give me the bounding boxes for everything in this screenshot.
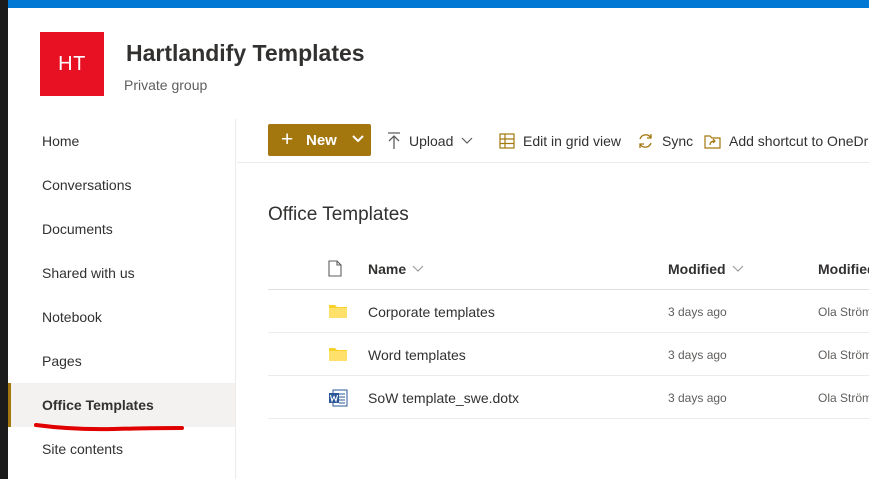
new-button[interactable]: + New — [268, 124, 371, 156]
folder-icon — [329, 305, 347, 318]
nav-item-label: Documents — [42, 221, 113, 237]
nav-item-conversations[interactable]: Conversations — [8, 163, 235, 207]
item-modified-by: Ola Strömberg — [818, 391, 869, 405]
shortcut-icon — [704, 135, 721, 149]
new-button-label: New — [306, 132, 337, 149]
nav-item-label: Pages — [42, 353, 82, 369]
nav-item-label: Shared with us — [42, 265, 135, 281]
plus-icon: + — [281, 128, 294, 151]
word-file-icon — [329, 389, 348, 407]
sharepoint-page: HT Hartlandify Templates Private group H… — [8, 0, 869, 479]
nav-item-home[interactable]: Home — [8, 119, 235, 163]
red-underline-annotation — [34, 423, 184, 432]
chevron-down-icon — [461, 137, 473, 144]
chevron-down-icon — [352, 135, 364, 143]
site-title[interactable]: Hartlandify Templates — [126, 40, 365, 67]
file-type-icon[interactable] — [328, 260, 342, 277]
column-header-label: Modified — [668, 261, 726, 277]
column-header-label: Modified By — [818, 261, 869, 277]
upload-label: Upload — [409, 133, 454, 149]
list-row[interactable]: SoW template_swe.dotx 3 days ago Ola Str… — [268, 376, 869, 419]
item-modified-by: Ola Strömberg — [818, 305, 869, 319]
suite-bar — [8, 0, 869, 8]
sync-label: Sync — [662, 133, 694, 149]
chevron-down-icon — [732, 265, 743, 272]
nav-item-label: Notebook — [42, 309, 102, 325]
item-name[interactable]: Corporate templates — [368, 304, 495, 320]
nav-item-shared-with-us[interactable]: Shared with us — [8, 251, 235, 295]
column-header-name[interactable]: Name — [368, 261, 424, 277]
library-title: Office Templates — [268, 204, 409, 225]
column-header-label: Name — [368, 261, 407, 277]
upload-icon — [388, 132, 400, 149]
column-header-modified[interactable]: Modified — [668, 261, 744, 277]
grid-icon — [499, 133, 515, 149]
nav-item-label: Home — [42, 133, 80, 149]
nav-item-documents[interactable]: Documents — [8, 207, 235, 251]
nav-item-label: Conversations — [42, 177, 132, 193]
nav-item-label: Site contents — [42, 441, 123, 457]
sync-button[interactable]: Sync — [637, 131, 693, 151]
folder-icon — [329, 348, 347, 361]
column-header-modified-by[interactable]: Modified By — [818, 261, 869, 277]
command-bar: + New Upload Edit in grid view Sync Add … — [237, 119, 869, 163]
nav-item-pages[interactable]: Pages — [8, 339, 235, 383]
item-modified: 3 days ago — [668, 348, 727, 362]
site-logo[interactable]: HT — [40, 32, 104, 96]
list-row[interactable]: Word templates 3 days ago Ola Strömberg — [268, 333, 869, 376]
item-modified: 3 days ago — [668, 305, 727, 319]
edit-grid-view-button[interactable]: Edit in grid view — [499, 131, 621, 151]
list-row[interactable]: Corporate templates 3 days ago Ola Ström… — [268, 290, 869, 333]
item-modified-by: Ola Strömberg — [818, 348, 869, 362]
nav-item-notebook[interactable]: Notebook — [8, 295, 235, 339]
item-modified: 3 days ago — [668, 391, 727, 405]
nav-item-label: Office Templates — [42, 397, 154, 413]
edit-grid-view-label: Edit in grid view — [523, 133, 622, 149]
site-privacy-label: Private group — [124, 77, 208, 93]
add-shortcut-button[interactable]: Add shortcut to OneDrive — [704, 131, 869, 151]
list-header: Name Modified Modified By — [268, 246, 869, 290]
site-logo-initials: HT — [58, 52, 86, 75]
item-name[interactable]: SoW template_swe.dotx — [368, 390, 519, 406]
upload-button[interactable]: Upload — [387, 131, 481, 151]
add-shortcut-label: Add shortcut to OneDrive — [729, 133, 869, 149]
nav-item-site-contents[interactable]: Site contents — [8, 427, 235, 471]
sync-icon — [639, 134, 652, 148]
chevron-down-icon — [412, 265, 424, 272]
item-name[interactable]: Word templates — [368, 347, 466, 363]
